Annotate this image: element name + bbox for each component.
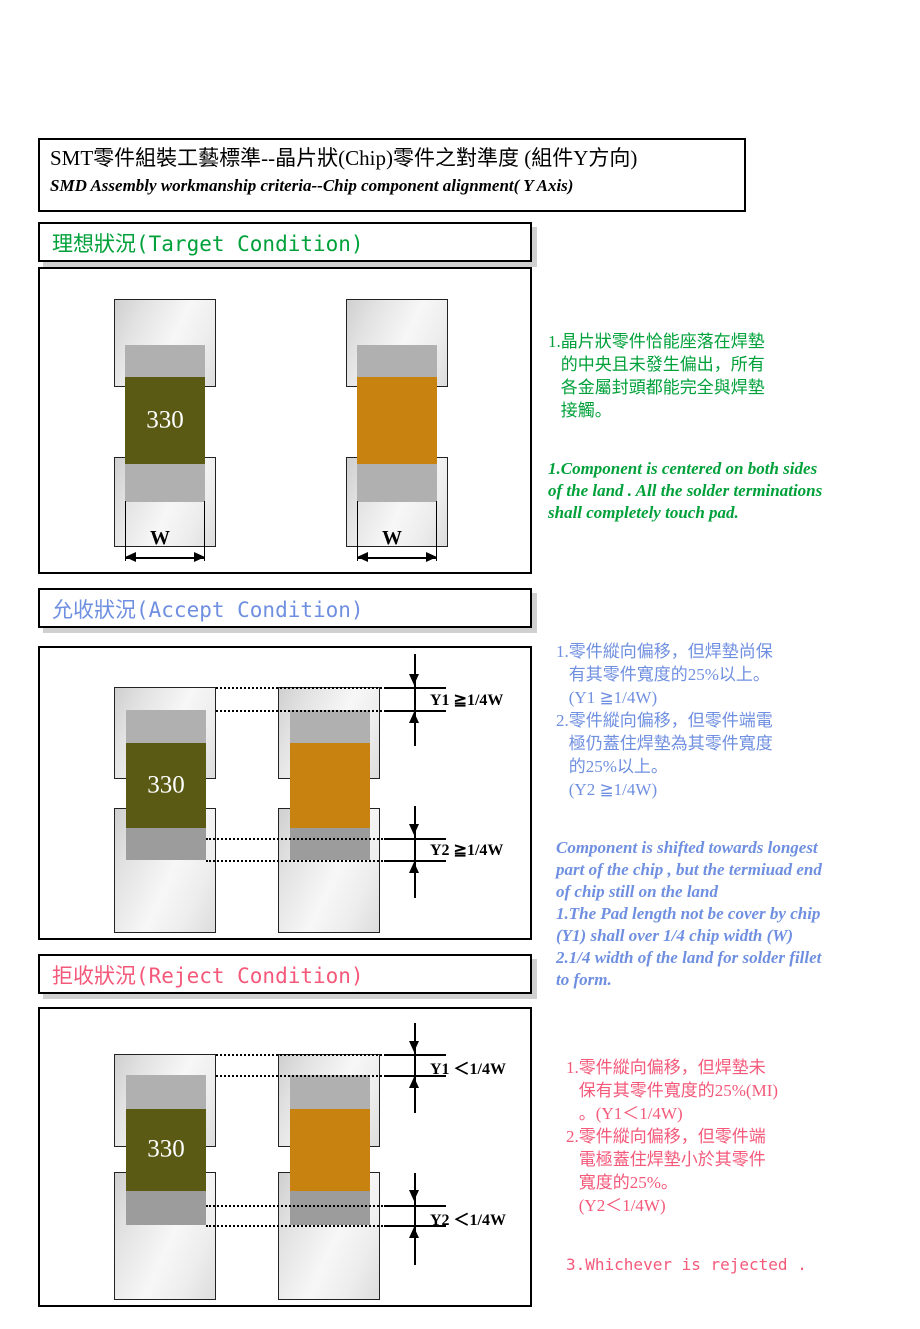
- diagram-reject: 330 Y1 ＜1/4W Y2 ＜1/4W: [38, 1007, 532, 1307]
- section-header-accept: 允收狀況(Accept Condition): [38, 588, 532, 628]
- section-header-target-en: (Target Condition): [136, 232, 364, 256]
- section-header-target-label: 理想狀況(Target Condition): [52, 228, 364, 258]
- termination-bottom-left: [125, 462, 205, 502]
- leader-line-y1-top: [216, 687, 410, 689]
- leader-line-y1-bottom: [216, 710, 410, 712]
- w-arrow-left-head: [125, 552, 136, 562]
- diagram-target: 330 W W: [38, 267, 532, 574]
- y1-arrow-down: [409, 674, 419, 685]
- termination-top-right: [290, 710, 370, 745]
- termination-top-right: [290, 1075, 370, 1111]
- section-header-reject: 拒收狀況(Reject Condition): [38, 954, 532, 994]
- termination-top-left: [126, 1075, 206, 1111]
- y2-arrow-down: [409, 1190, 419, 1201]
- leader-line-y1-bottom: [216, 1075, 410, 1077]
- termination-bottom-left: [126, 825, 206, 860]
- y1-label: Y1 ＜1/4W: [430, 1061, 507, 1078]
- chip-body-right: [290, 743, 370, 828]
- y1-arrow-up: [409, 1077, 419, 1088]
- section-header-accept-label: 允收狀況(Accept Condition): [52, 594, 364, 624]
- chip-body-right: [290, 1109, 370, 1191]
- chip-body-left: 330: [125, 377, 205, 464]
- y2-dimension-axis: [414, 1173, 416, 1265]
- leader-line-y2-top: [206, 1205, 410, 1207]
- section-header-target-cn: 理想狀況: [52, 232, 136, 256]
- chip-body-left: 330: [126, 743, 206, 828]
- chip-body-left: 330: [126, 1109, 206, 1191]
- w-dimension-line-left: [125, 557, 205, 559]
- y1-dimension-axis: [414, 1023, 416, 1113]
- y1-dimension-axis: [414, 654, 416, 746]
- document-page: SMT零件組裝工藝標準--晶片狀(Chip)零件之對準度 (組件Y方向) SMD…: [0, 0, 920, 1329]
- section-header-accept-en: (Accept Condition): [136, 598, 364, 622]
- notes-reject-mono: 3.Whichever is rejected .: [566, 1255, 807, 1274]
- notes-accept: 1.零件縱向偏移，但焊墊尚保 有其零件寬度的25%以上。 (Y1 ≧1/4W) …: [556, 604, 920, 1027]
- termination-top-left: [125, 345, 205, 381]
- y2-label: Y2 ≧1/4W: [430, 842, 504, 859]
- termination-bottom-left: [126, 1187, 206, 1225]
- y2-arrow-down: [409, 824, 419, 835]
- y2-arrow-up: [409, 1227, 419, 1238]
- section-header-accept-cn: 允收狀況: [52, 598, 136, 622]
- chip-code-left: 330: [147, 770, 185, 798]
- notes-accept-en: Component is shifted towards longest par…: [556, 838, 822, 989]
- title-english: SMD Assembly workmanship criteria--Chip …: [50, 176, 574, 195]
- w-arrow-right-right-head: [426, 552, 437, 562]
- notes-accept-cn: 1.零件縱向偏移，但焊墊尚保 有其零件寬度的25%以上。 (Y1 ≧1/4W) …: [556, 642, 773, 799]
- chip-code-left: 330: [147, 1135, 185, 1163]
- leader-line-y2-bottom: [206, 860, 410, 862]
- y1-arrow-up: [409, 712, 419, 723]
- w-arrow-right-left-head: [357, 552, 368, 562]
- diagram-accept: 330 Y1 ≧1/4W Y2 ≧1/4W: [38, 646, 532, 940]
- termination-top-left: [126, 710, 206, 745]
- leader-line-y1-top: [216, 1054, 410, 1056]
- w-label-left: W: [150, 527, 170, 549]
- termination-bottom-right: [357, 462, 437, 502]
- notes-reject-cn: 1.零件縱向偏移，但焊墊未 保有其零件寬度的25%(MI) 。(Y1＜1/4W)…: [566, 1058, 779, 1215]
- title-chinese: SMT零件組裝工藝標準--晶片狀(Chip)零件之對準度 (組件Y方向): [50, 146, 638, 170]
- section-header-reject-cn: 拒收狀況: [52, 964, 136, 988]
- termination-bottom-right: [290, 825, 370, 860]
- chip-code-left: 330: [146, 405, 184, 433]
- notes-target-cn: 1.晶片狀零件恰能座落在焊墊 的中央且未發生偏出，所有 各金屬封頭都能完全與焊墊…: [548, 332, 765, 420]
- y2-dimension-axis: [414, 806, 416, 898]
- section-header-reject-label: 拒收狀況(Reject Condition): [52, 960, 364, 990]
- leader-line-y2-top: [206, 838, 410, 840]
- notes-reject: 1.零件縱向偏移，但焊墊未 保有其零件寬度的25%(MI) 。(Y1＜1/4W)…: [566, 1020, 920, 1312]
- section-header-target: 理想狀況(Target Condition): [38, 222, 532, 262]
- termination-top-right: [357, 345, 437, 381]
- leader-line-y2-bottom: [206, 1225, 410, 1227]
- w-arrow-right-head: [194, 552, 205, 562]
- y2-label: Y2 ＜1/4W: [430, 1212, 507, 1229]
- y1-arrow-down: [409, 1041, 419, 1052]
- y1-label: Y1 ≧1/4W: [430, 692, 504, 709]
- document-title-box: SMT零件組裝工藝標準--晶片狀(Chip)零件之對準度 (組件Y方向) SMD…: [38, 138, 746, 212]
- y2-arrow-up: [409, 862, 419, 873]
- chip-body-right: [357, 377, 437, 464]
- section-header-reject-en: (Reject Condition): [136, 964, 364, 988]
- notes-target-en: 1.Component is centered on both sides of…: [548, 459, 823, 522]
- notes-target: 1.晶片狀零件恰能座落在焊墊 的中央且未發生偏出，所有 各金屬封頭都能完全與焊墊…: [548, 294, 920, 560]
- w-dimension-line-right: [357, 557, 437, 559]
- w-label-right: W: [382, 527, 402, 549]
